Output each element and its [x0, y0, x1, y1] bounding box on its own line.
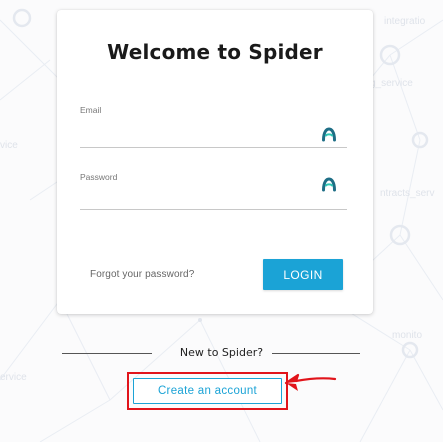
- background-label: ntracts_serv: [380, 188, 435, 199]
- email-underline: [80, 147, 347, 148]
- password-manager-icon[interactable]: [321, 126, 337, 142]
- create-account-button[interactable]: Create an account: [133, 378, 282, 404]
- password-manager-icon[interactable]: [321, 176, 337, 192]
- forgot-password-link[interactable]: Forgot your password?: [90, 269, 194, 280]
- background-label: monito: [392, 330, 423, 341]
- email-field[interactable]: [80, 124, 320, 144]
- login-card: Welcome to Spider Email Password Forgot …: [57, 10, 373, 314]
- password-underline: [80, 209, 347, 210]
- divider-right: [272, 353, 360, 354]
- login-screen: integratio g_service vice ntracts_serv m…: [0, 0, 443, 442]
- background-label: integratio: [384, 16, 426, 27]
- background-label: vice: [0, 140, 18, 151]
- email-label: Email: [80, 105, 102, 115]
- password-label: Password: [80, 172, 118, 182]
- login-button[interactable]: LOGIN: [263, 259, 343, 290]
- arrow-pointer-icon: [284, 373, 337, 391]
- password-field[interactable]: [80, 185, 320, 205]
- signup-prompt: New to Spider?: [179, 346, 264, 359]
- background-label: g_service: [370, 78, 413, 89]
- page-title: Welcome to Spider: [107, 40, 323, 64]
- background-label: ervice: [0, 372, 27, 383]
- annotation-highlight-box: Create an account: [127, 372, 288, 410]
